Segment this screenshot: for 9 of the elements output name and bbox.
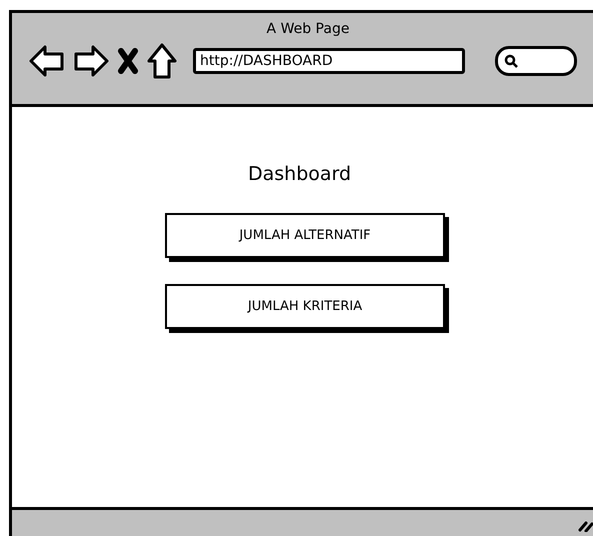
home-icon[interactable]	[147, 43, 177, 79]
close-icon[interactable]	[117, 48, 139, 74]
back-icon[interactable]	[29, 44, 65, 78]
address-bar[interactable]: http://DASHBOARD	[193, 48, 465, 74]
window-title: A Web Page	[266, 20, 350, 37]
search-field[interactable]	[495, 46, 577, 76]
forward-icon[interactable]	[73, 44, 109, 78]
search-icon	[504, 54, 518, 68]
page-heading: Dashboard	[248, 163, 352, 185]
